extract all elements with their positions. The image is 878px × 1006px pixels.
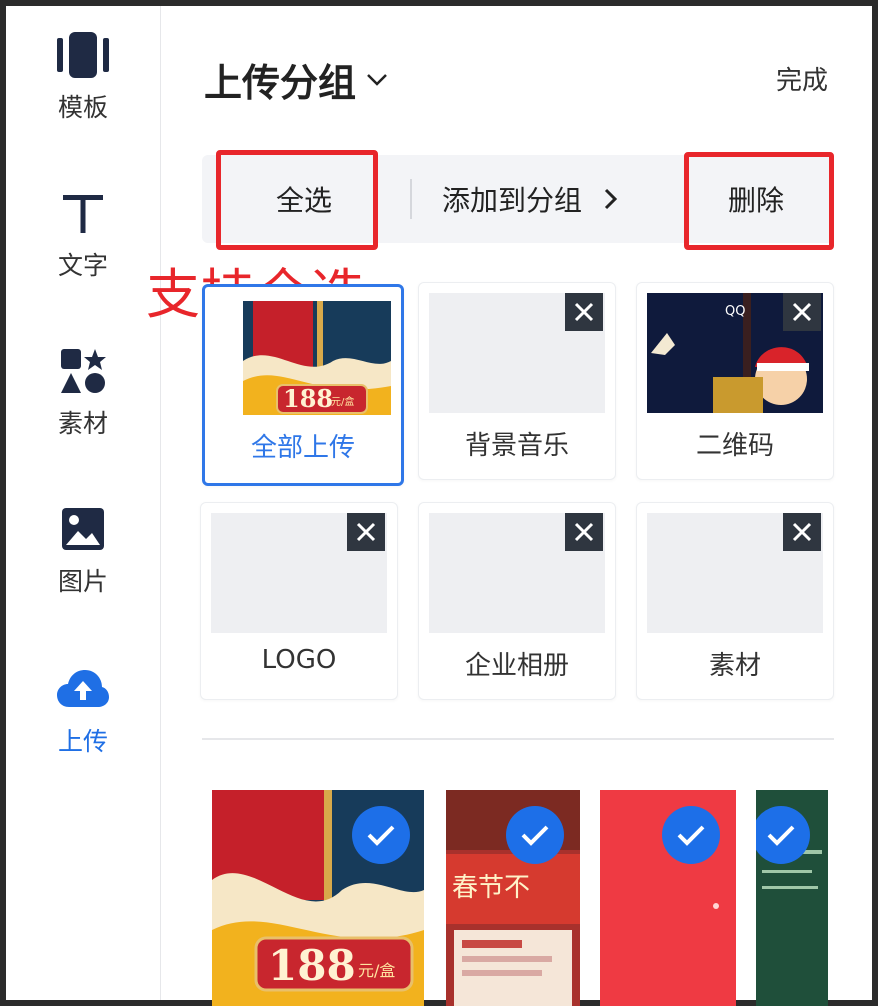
group-card-materials[interactable]: 素材 (636, 502, 834, 700)
group-label: 素材 (708, 651, 761, 681)
close-icon[interactable] (565, 293, 603, 331)
checkmark-icon[interactable] (506, 806, 564, 864)
sidebar-item-upload[interactable]: 上传 (6, 662, 160, 758)
add-to-group-label: 添加到分组 (442, 184, 583, 217)
image-tile[interactable]: 春节不 (446, 790, 580, 1006)
checkmark-icon[interactable] (352, 806, 410, 864)
group-selector[interactable]: 上传分组 (204, 52, 388, 107)
group-card-bgm[interactable]: 背景音乐 (418, 282, 616, 480)
group-label: 全部上传 (250, 433, 355, 463)
group-card-album[interactable]: 企业相册 (418, 502, 616, 700)
thumb-unit: 元/盒 (331, 395, 354, 408)
checkmark-icon[interactable] (662, 806, 720, 864)
window-frame-bottom (0, 1000, 878, 1006)
done-button[interactable]: 完成 (776, 60, 828, 97)
group-label: 背景音乐 (464, 431, 569, 461)
image-tile[interactable] (756, 790, 828, 1006)
image-tile[interactable] (600, 790, 736, 1006)
sidebar-item-label: 模板 (57, 93, 108, 122)
annotation-highlight-delete (684, 152, 834, 250)
window-frame-right (872, 0, 878, 1006)
tile-unit: 元/盒 (358, 961, 395, 980)
group-card-all-uploads[interactable]: 188 元/盒 全部上传 (202, 284, 404, 486)
close-icon[interactable] (565, 513, 603, 551)
template-icon (56, 28, 110, 82)
group-label: 二维码 (695, 431, 774, 461)
close-icon[interactable] (783, 513, 821, 551)
sidebar-item-label: 上传 (57, 727, 108, 756)
group-label: LOGO (261, 645, 337, 675)
sidebar-item-label: 素材 (57, 409, 108, 438)
sidebar-item-text[interactable]: 文字 (6, 186, 160, 282)
sidebar-item-label: 图片 (57, 567, 108, 596)
chevron-down-icon (367, 73, 387, 86)
page-title: 上传分组 (204, 61, 357, 105)
group-label: 企业相册 (464, 651, 569, 681)
annotation-highlight-select-all (216, 150, 378, 250)
image-icon (56, 502, 110, 556)
chevron-right-icon (604, 188, 618, 210)
text-icon (56, 186, 110, 240)
tile-spring-text: 春节不 (452, 873, 530, 903)
thumb-brand: QQ (725, 304, 745, 319)
thumb-price: 188 (283, 384, 333, 413)
sidebar-item-templates[interactable]: 模板 (6, 28, 160, 124)
image-tile[interactable]: 188 元/盒 (212, 790, 424, 1006)
sidebar: 模板 文字 素材 图片 上传 (6, 6, 161, 1000)
add-to-group-button[interactable]: 添加到分组 (442, 155, 618, 243)
group-card-qrcode[interactable]: QQ 二维码 (636, 282, 834, 480)
tile-price: 188 (268, 941, 356, 990)
sidebar-item-label: 文字 (57, 251, 108, 280)
group-thumbnail: 188 元/盒 (243, 301, 391, 415)
shapes-icon (56, 344, 110, 398)
divider (410, 179, 412, 219)
sidebar-item-images[interactable]: 图片 (6, 502, 160, 598)
divider (202, 738, 834, 740)
group-card-logo[interactable]: LOGO (200, 502, 398, 700)
close-icon[interactable] (347, 513, 385, 551)
close-icon[interactable] (783, 293, 821, 331)
sidebar-item-materials[interactable]: 素材 (6, 344, 160, 440)
upload-cloud-icon (56, 662, 110, 716)
